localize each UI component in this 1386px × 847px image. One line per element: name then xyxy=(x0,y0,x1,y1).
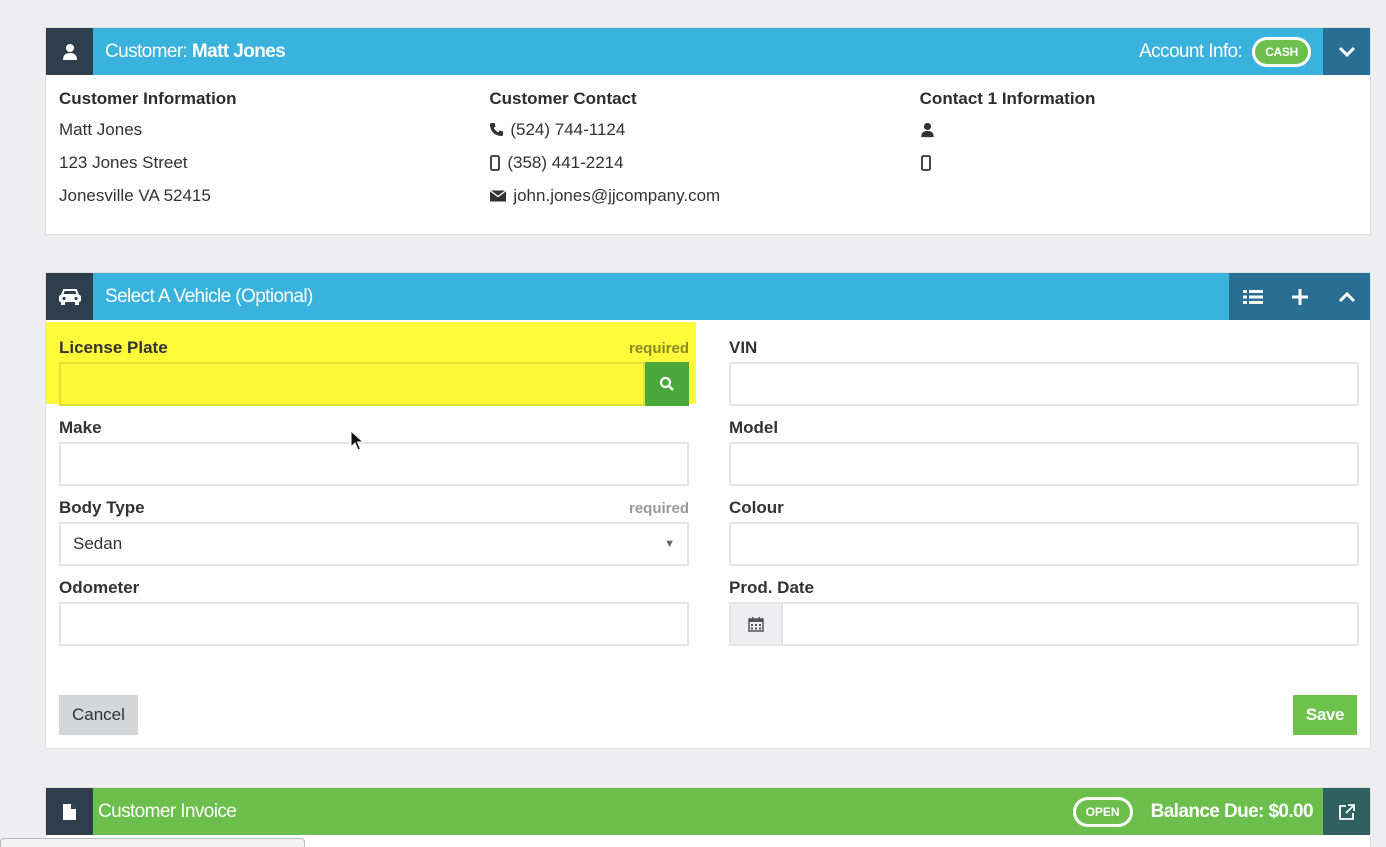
customer-panel-title: Customer: Matt Jones xyxy=(105,40,286,63)
envelope-icon xyxy=(489,189,507,202)
customer-city-line: Jonesville VA 52415 xyxy=(59,186,211,205)
cancel-button[interactable]: Cancel xyxy=(59,695,138,735)
contact1-name-line xyxy=(920,120,1357,153)
customer-mobile: (358) 441-2214 xyxy=(507,153,624,172)
document-icon xyxy=(46,788,93,835)
prod-date-label: Prod. Date xyxy=(729,578,815,597)
body-type-label: Body Type xyxy=(59,498,145,517)
license-plate-label: License Plate xyxy=(59,338,168,357)
phone-icon xyxy=(490,122,504,137)
colour-input[interactable] xyxy=(729,522,1359,566)
make-field: Make xyxy=(59,418,689,486)
vin-input[interactable] xyxy=(729,362,1359,406)
customer-name: Matt Jones xyxy=(191,40,286,62)
caret-down-icon: ▼ xyxy=(664,538,675,550)
prod-date-input[interactable] xyxy=(781,602,1359,646)
license-plate-field: License Plate required xyxy=(46,322,696,406)
customer-panel-header: Customer: Matt Jones Account Info: CASH xyxy=(46,28,1370,75)
vehicle-panel-header: Select A Vehicle (Optional) xyxy=(46,273,1370,320)
save-button[interactable]: Save xyxy=(1292,695,1357,735)
customer-street-line: 123 Jones Street xyxy=(59,153,188,172)
model-input[interactable] xyxy=(729,442,1359,486)
calendar-button[interactable] xyxy=(729,602,781,646)
customer-title-prefix: Customer: xyxy=(105,40,188,62)
license-plate-required: required xyxy=(628,340,689,357)
account-info-label: Account Info: xyxy=(1139,40,1243,62)
customer-name-line: Matt Jones xyxy=(59,120,143,139)
vin-label: VIN xyxy=(729,338,758,357)
prod-date-field: Prod. Date xyxy=(729,578,1359,646)
calendar-icon xyxy=(748,617,764,632)
vehicle-panel-title: Select A Vehicle (Optional) xyxy=(105,285,313,307)
account-status-badge: CASH xyxy=(1252,36,1311,67)
colour-label: Colour xyxy=(729,498,784,517)
make-input[interactable] xyxy=(59,442,689,486)
list-icon xyxy=(1242,289,1263,304)
make-label: Make xyxy=(59,418,102,437)
contact1-mobile-line xyxy=(920,153,1357,186)
odometer-label: Odometer xyxy=(59,578,140,597)
invoice-panel-header: Customer Invoice OPEN Balance Due: $0.00 xyxy=(46,788,1370,835)
customer-phone-line: (524) 744-1124 xyxy=(489,120,926,153)
odometer-input[interactable] xyxy=(59,602,689,646)
user-icon xyxy=(920,122,934,138)
open-invoice-button[interactable] xyxy=(1323,788,1370,835)
customer-contact-column: Customer Contact (524) 744-1124 (358) 44… xyxy=(489,89,926,235)
license-plate-search-button[interactable] xyxy=(645,362,689,406)
mobile-icon xyxy=(920,155,931,171)
body-type-select[interactable]: Sedan ▼ xyxy=(59,522,689,566)
invoice-status-badge: OPEN xyxy=(1072,796,1133,827)
customer-information-heading: Customer Information xyxy=(59,89,237,108)
user-icon xyxy=(46,28,93,75)
chevron-up-icon xyxy=(1338,291,1355,302)
balance-due: Balance Due: $0.00 xyxy=(1150,800,1314,822)
customer-email-line: john.jones@jjcompany.com xyxy=(489,186,926,219)
mouse-cursor-icon xyxy=(350,430,364,451)
vin-field: VIN xyxy=(729,338,1359,406)
invoice-panel-title: Customer Invoice xyxy=(98,800,237,822)
external-link-icon xyxy=(1338,803,1355,820)
customer-mobile-line: (358) 441-2214 xyxy=(489,153,926,186)
model-field: Model xyxy=(729,418,1359,486)
vehicle-collapse-button[interactable] xyxy=(1323,273,1370,320)
customer-contact-heading: Customer Contact xyxy=(489,89,637,108)
customer-information-column: Customer Information Matt Jones 123 Jone… xyxy=(59,89,496,235)
odometer-field: Odometer xyxy=(59,578,689,646)
vehicle-panel: Select A Vehicle (Optional) License Plat… xyxy=(45,272,1371,749)
customer-phone: (524) 744-1124 xyxy=(510,120,626,139)
add-vehicle-button[interactable] xyxy=(1276,273,1323,320)
license-plate-input[interactable] xyxy=(59,362,645,406)
search-icon xyxy=(659,376,674,391)
vehicle-list-button[interactable] xyxy=(1229,273,1276,320)
contact1-information-heading: Contact 1 Information xyxy=(919,89,1096,108)
customer-panel: Customer: Matt Jones Account Info: CASH … xyxy=(45,27,1371,235)
model-label: Model xyxy=(729,418,779,437)
mobile-icon xyxy=(490,155,501,171)
contact1-information-column: Contact 1 Information xyxy=(920,89,1357,235)
car-icon xyxy=(46,273,93,320)
browser-tab-edge xyxy=(0,838,305,847)
customer-email[interactable]: john.jones@jjcompany.com xyxy=(513,186,720,206)
body-type-required: required xyxy=(628,500,689,517)
colour-field: Colour xyxy=(729,498,1359,566)
body-type-field: Body Type required Sedan ▼ xyxy=(59,498,689,566)
body-type-selected-value: Sedan xyxy=(73,534,123,553)
chevron-down-icon xyxy=(1338,46,1355,57)
plus-icon xyxy=(1291,288,1308,305)
customer-expand-button[interactable] xyxy=(1323,28,1370,75)
